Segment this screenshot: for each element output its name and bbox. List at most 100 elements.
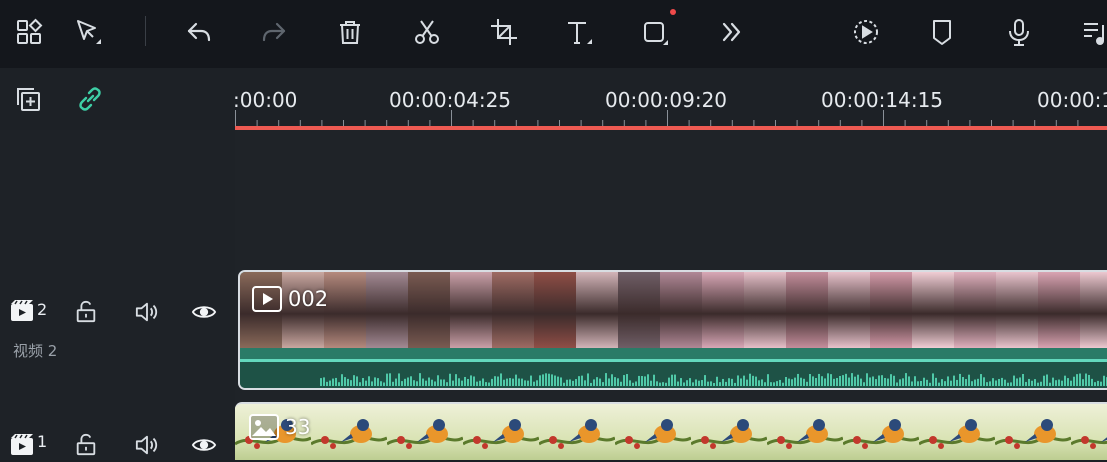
waveform-bar (533, 381, 535, 386)
track-header-toolbar (0, 68, 235, 130)
waveform-bar (620, 381, 622, 386)
waveform-bar (644, 376, 646, 386)
redo-icon[interactable] (256, 14, 292, 50)
waveform-bar (692, 382, 694, 386)
waveform-bar (833, 378, 835, 386)
waveform-bar (731, 378, 733, 386)
clip-thumbnail (618, 272, 660, 348)
clip-thumbnail (660, 272, 702, 348)
text-icon[interactable] (561, 14, 597, 50)
timeline-area[interactable]: :00:00 00:00:04:25 00:00:09:20 00:00:14:… (235, 68, 1107, 460)
waveform-bar (446, 382, 448, 386)
lock-icon[interactable] (73, 299, 99, 325)
video-clip-002[interactable]: 002 (238, 270, 1107, 390)
delete-icon[interactable] (332, 14, 368, 50)
waveform-bar (368, 376, 370, 386)
music-list-icon[interactable] (1077, 14, 1107, 50)
cut-icon[interactable] (409, 14, 445, 50)
add-track-icon[interactable] (11, 82, 45, 116)
waveform-bar (443, 379, 445, 386)
waveform-bar (923, 377, 925, 386)
waveform-bar (911, 381, 913, 386)
waveform-bar (989, 381, 991, 386)
waveform-bar (857, 374, 859, 386)
waveform-bar (566, 379, 568, 386)
waveform-bar (758, 380, 760, 386)
waveform-bar (422, 378, 424, 386)
mic-icon[interactable] (1001, 14, 1037, 50)
track-header-video-2: 2 视频 2 (0, 270, 235, 390)
clip-thumbnail (614, 404, 692, 460)
waveform-bar (662, 382, 664, 386)
waveform-bar (1100, 381, 1102, 386)
undo-icon[interactable] (181, 14, 217, 50)
layout-icon[interactable] (11, 14, 47, 50)
volume-icon[interactable] (133, 299, 161, 325)
waveform-bar (527, 380, 529, 386)
main-toolbar (0, 0, 1107, 68)
waveform-bar (1052, 377, 1054, 386)
waveform-bar (503, 379, 505, 386)
waveform-bar (983, 377, 985, 386)
waveform-bar (464, 376, 466, 386)
waveform-bar (611, 374, 613, 386)
clip-thumbnail (576, 272, 618, 348)
select-arrow-icon[interactable] (70, 14, 106, 50)
waveform-bar (485, 382, 487, 386)
waveform-bar (584, 380, 586, 386)
waveform-bar (818, 373, 820, 386)
clip-thumbnail (408, 272, 450, 348)
waveform-bar (1028, 378, 1030, 386)
waveform-bar (773, 382, 775, 386)
waveform-bar (407, 377, 409, 386)
waveform-bar (665, 382, 667, 386)
ruler-label: 00:00:1 (1037, 88, 1107, 112)
waveform-bar (530, 375, 532, 386)
waveform-bar (332, 378, 334, 386)
waveform-bar (704, 375, 706, 386)
volume-icon[interactable] (133, 432, 161, 458)
waveform-bar (506, 378, 508, 386)
waveform-bar (965, 379, 967, 386)
waveform-bar (587, 373, 589, 386)
waveform-bar (668, 377, 670, 386)
visibility-eye-icon[interactable] (190, 432, 218, 458)
visibility-eye-icon[interactable] (190, 299, 218, 325)
waveform-bar (788, 378, 790, 386)
waveform-bar (803, 378, 805, 386)
waveform-bar (827, 373, 829, 386)
waveform-bar (635, 381, 637, 386)
clip-thumbnail (702, 272, 744, 348)
link-icon[interactable] (73, 82, 107, 116)
time-ruler[interactable]: :00:00 00:00:04:25 00:00:09:20 00:00:14:… (235, 68, 1107, 130)
speed-icon[interactable] (848, 14, 884, 50)
image-clip-33[interactable]: 33 (235, 402, 1107, 460)
marker-icon[interactable] (924, 14, 960, 50)
lock-icon[interactable] (73, 432, 99, 458)
clip-thumbnail (744, 272, 786, 348)
waveform-bar (887, 378, 889, 386)
waveform-bar (392, 381, 394, 386)
waveform-bar (875, 379, 877, 386)
waveform-bar (821, 376, 823, 386)
waveform-bar (1025, 381, 1027, 386)
clip-thumbnail (1038, 272, 1080, 348)
waveform-bar (836, 378, 838, 386)
more-icon[interactable] (714, 14, 750, 50)
shape-icon[interactable] (637, 14, 673, 50)
waveform-bar (605, 373, 607, 386)
waveform-bar (428, 377, 430, 386)
waveform-bar (980, 374, 982, 386)
waveform-bar (602, 382, 604, 386)
clip-thumbnail (996, 272, 1038, 348)
waveform-bar (740, 378, 742, 386)
waveform-bar (1097, 380, 1099, 386)
crop-icon[interactable] (486, 14, 522, 50)
waveform-bar (365, 380, 367, 386)
waveform-bar (617, 378, 619, 386)
waveform-bar (1055, 380, 1057, 386)
clip-thumbnail (690, 404, 768, 460)
waveform-bar (737, 375, 739, 386)
clip-thumbnails (240, 272, 1107, 348)
waveform-bar (452, 380, 454, 386)
